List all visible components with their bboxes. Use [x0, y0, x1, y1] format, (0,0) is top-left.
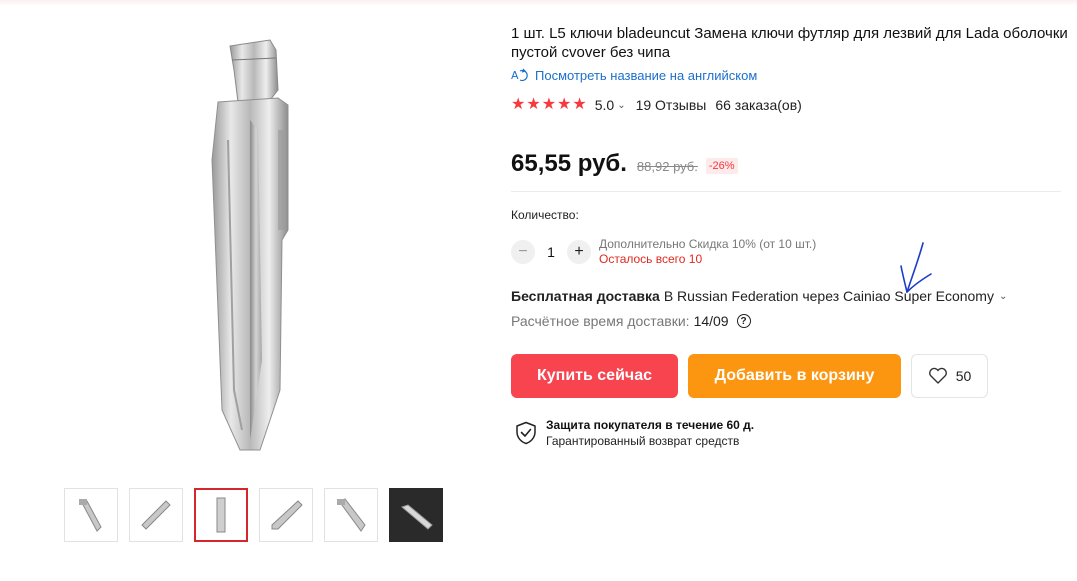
- eta-label: Расчётное время доставки:: [511, 313, 690, 329]
- stock-note: Осталось всего 10: [599, 252, 703, 266]
- protection-title: Защита покупателя в течение 60 д.: [546, 418, 755, 432]
- shipping-selector[interactable]: Бесплатная доставка В Russian Federation…: [511, 288, 1017, 304]
- help-icon[interactable]: ?: [736, 314, 751, 328]
- star-icon: ★: [526, 96, 541, 113]
- main-product-image[interactable]: [190, 30, 320, 460]
- rating-value[interactable]: 5.0: [595, 97, 614, 113]
- quantity-stepper: − 1 + Дополнительно Скидка 10% (от 10 шт…: [511, 237, 816, 267]
- thumbnail-strip: [64, 488, 443, 542]
- discount-badge: -26%: [705, 158, 738, 174]
- current-price: 65,55 руб.: [511, 150, 627, 177]
- thumbnail-3-selected[interactable]: [194, 488, 248, 542]
- star-icon: ★: [572, 96, 587, 113]
- svg-text:A: A: [511, 69, 519, 82]
- reviews-link[interactable]: 19 Отзывы: [636, 97, 707, 113]
- translate-title-link[interactable]: A Посмотреть название на английском: [511, 67, 757, 83]
- eta-date: 14/09: [693, 313, 729, 329]
- shipping-details: В Russian Federation через Cainiao Super…: [663, 288, 994, 304]
- orders-count: 66 заказа(ов): [715, 97, 802, 113]
- thumbnail-1[interactable]: [64, 488, 118, 542]
- divider: [511, 191, 1061, 192]
- decrease-quantity-button[interactable]: −: [511, 240, 535, 264]
- star-icon: ★: [541, 96, 557, 113]
- quantity-value[interactable]: 1: [535, 244, 567, 260]
- bulk-discount-note: Дополнительно Скидка 10% (от 10 шт.): [599, 237, 817, 251]
- add-to-cart-button[interactable]: Добавить в корзину: [688, 354, 901, 398]
- price-row: 65,55 руб. 88,92 руб. -26%: [511, 150, 738, 178]
- old-price: 88,92 руб.: [636, 159, 698, 174]
- star-icon: ★: [511, 96, 526, 113]
- thumbnail-4[interactable]: [259, 488, 313, 542]
- product-title: 1 шт. L5 ключи bladeuncut Замена ключи ф…: [511, 25, 1068, 61]
- wishlist-count: 50: [955, 368, 972, 384]
- quantity-info: Дополнительно Скидка 10% (от 10 шт.) Ост…: [599, 237, 816, 267]
- buy-now-button[interactable]: Купить сейчас: [511, 354, 678, 398]
- thumbnail-2[interactable]: [129, 488, 183, 542]
- protection-subtitle: Гарантированный возврат средств: [546, 434, 740, 448]
- translate-icon: A: [511, 68, 528, 82]
- annotation-arrow-icon: [900, 242, 932, 293]
- translate-link-label[interactable]: Посмотреть название на английском: [535, 68, 757, 83]
- rating-stars: ★ ★ ★ ★ ★: [511, 97, 587, 113]
- quantity-label: Количество:: [511, 208, 579, 222]
- buyer-protection: Защита покупателя в течение 60 д. Гарант…: [515, 418, 754, 448]
- heart-icon: [928, 367, 947, 384]
- rating-row: ★ ★ ★ ★ ★ 5.0 ⌄ 19 Отзывы 66 заказа(ов): [511, 97, 802, 114]
- chevron-down-icon[interactable]: ⌄: [617, 100, 625, 111]
- action-buttons: Купить сейчас Добавить в корзину 50: [511, 354, 988, 398]
- chevron-down-icon[interactable]: ⌄: [999, 291, 1007, 302]
- free-shipping-label: Бесплатная доставка: [511, 288, 660, 304]
- shield-check-icon: [516, 421, 536, 445]
- star-icon: ★: [557, 96, 572, 113]
- wishlist-button[interactable]: 50: [911, 354, 988, 398]
- increase-quantity-button[interactable]: +: [567, 240, 591, 264]
- thumbnail-6[interactable]: [389, 488, 443, 542]
- top-edge: [0, 0, 1077, 6]
- thumbnail-5[interactable]: [324, 488, 378, 542]
- delivery-estimate: Расчётное время доставки: 14/09 ?: [511, 313, 751, 329]
